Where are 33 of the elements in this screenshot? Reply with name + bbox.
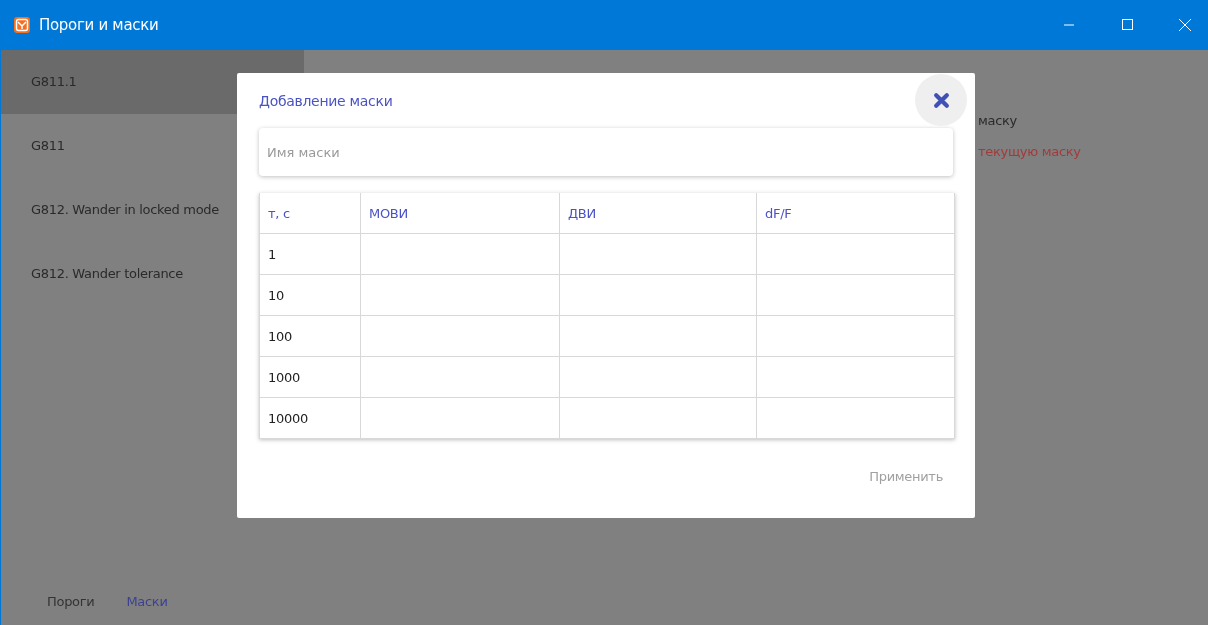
table-cell[interactable] (559, 274, 757, 316)
column-header: т, с (259, 193, 361, 234)
table-cell[interactable]: 10 (259, 274, 361, 316)
tab[interactable]: Пороги (47, 594, 95, 609)
app-icon (13, 16, 31, 34)
window-title: Пороги и маски (39, 16, 159, 34)
table-cell[interactable] (360, 356, 560, 398)
table-cell[interactable] (756, 356, 955, 398)
close-button[interactable] (915, 74, 967, 126)
table-cell[interactable] (756, 315, 955, 357)
table-cell[interactable] (559, 356, 757, 398)
mask-name-field[interactable]: Имя маски (259, 128, 953, 176)
column-header: dF/F (756, 193, 955, 234)
table-cell[interactable] (559, 233, 757, 275)
column-header: ДВИ (559, 193, 757, 234)
table-cell[interactable] (559, 315, 757, 357)
table-cell[interactable]: 1000 (259, 356, 361, 398)
column-header: МОВИ (360, 193, 560, 234)
background-text: текущую маску (978, 144, 1082, 159)
table-cell[interactable] (360, 274, 560, 316)
close-icon (932, 91, 950, 109)
table-cell[interactable]: 1 (259, 233, 361, 275)
table-cell[interactable]: 10000 (259, 397, 361, 439)
table-cell[interactable] (559, 397, 757, 439)
tab[interactable]: Маски (126, 594, 168, 609)
background-text: маску (978, 113, 1018, 128)
table-cell[interactable] (756, 397, 955, 439)
table-cell[interactable] (360, 233, 560, 275)
table-cell[interactable] (360, 315, 560, 357)
table-cell[interactable]: 100 (259, 315, 361, 357)
table-cell[interactable] (756, 233, 955, 275)
table-cell[interactable] (360, 397, 560, 439)
table-cell[interactable] (756, 274, 955, 316)
